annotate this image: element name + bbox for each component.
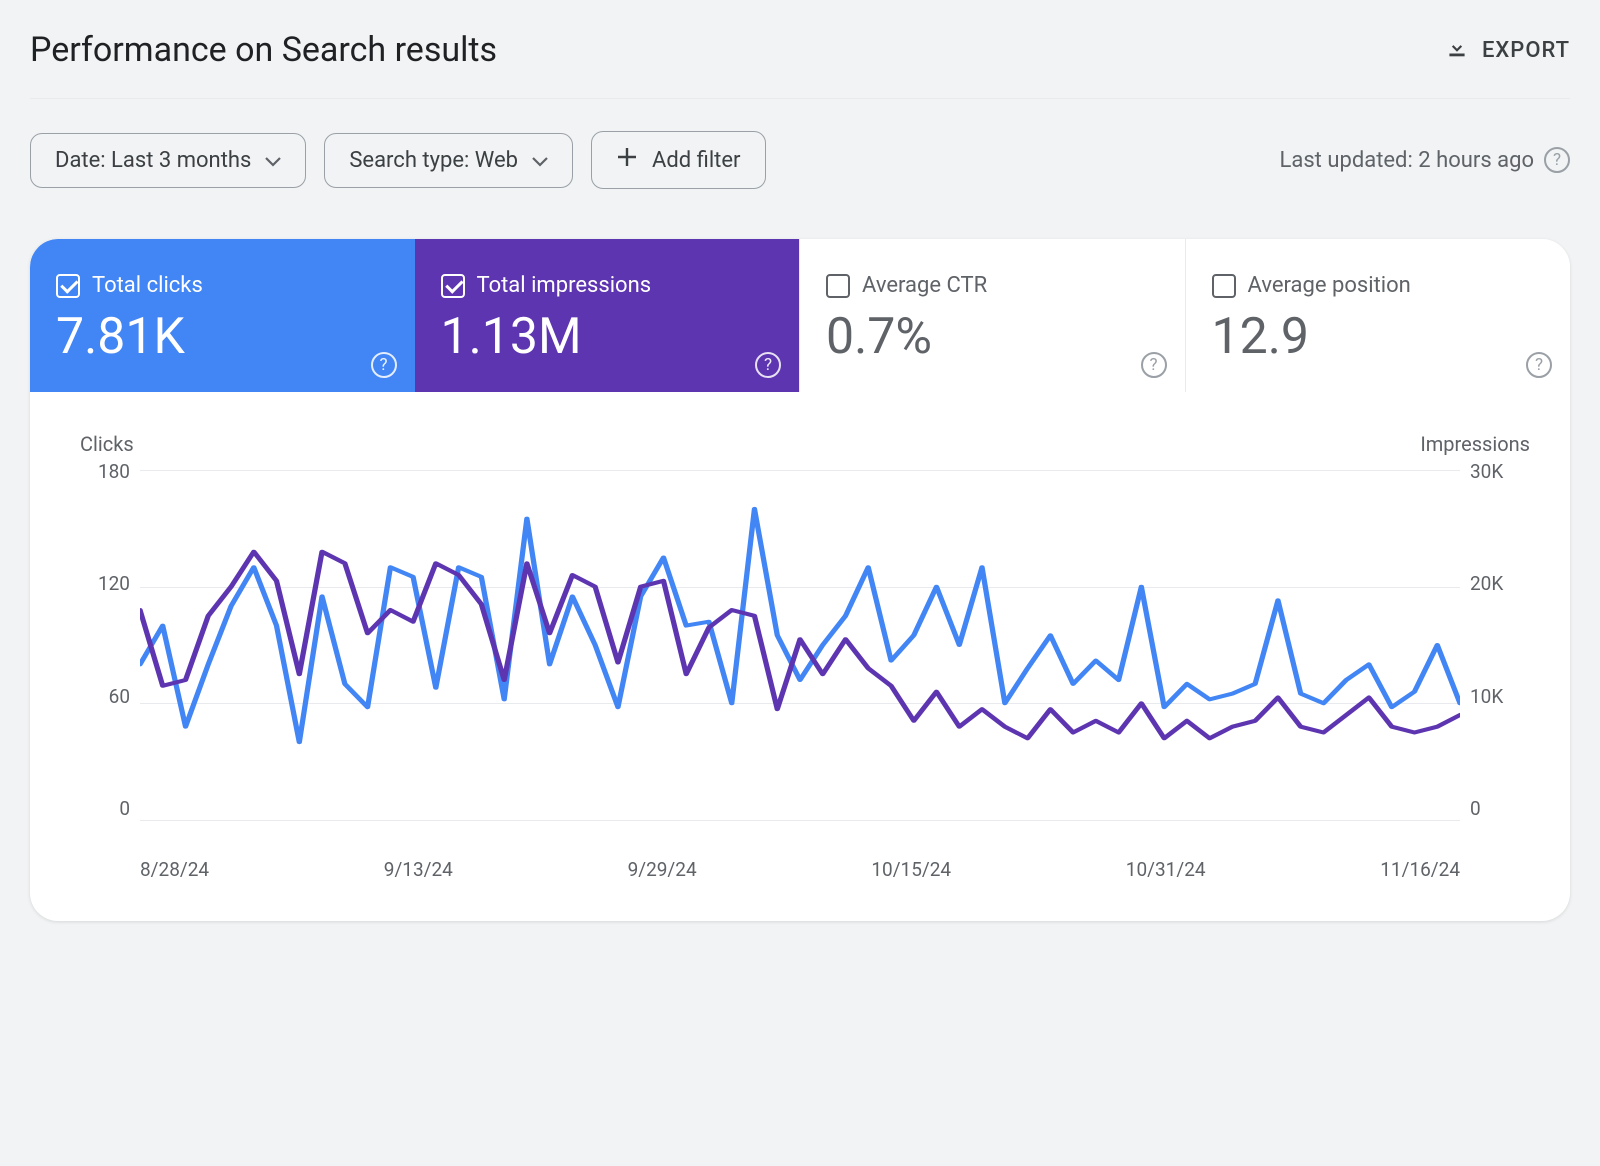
add-filter-button[interactable]: Add filter (591, 131, 765, 189)
download-icon (1444, 34, 1470, 66)
checkbox-unchecked-icon (1212, 274, 1236, 298)
y-tick: 120 (80, 572, 130, 595)
search-type-label: Search type: Web (349, 148, 518, 173)
metric-total-clicks[interactable]: Total clicks 7.81K ? (30, 239, 415, 392)
help-icon[interactable]: ? (1526, 352, 1552, 378)
left-axis-label: Clicks (80, 432, 134, 456)
x-tick: 9/29/24 (628, 858, 697, 881)
chevron-down-icon (265, 148, 281, 173)
chevron-down-icon (532, 148, 548, 173)
y-tick: 30K (1470, 460, 1530, 483)
chart-plot[interactable] (140, 470, 1460, 820)
metric-average-ctr[interactable]: Average CTR 0.7% ? (799, 239, 1185, 392)
chart-area: Clicks Impressions 180 120 60 0 30K 20K … (30, 392, 1570, 921)
help-icon[interactable]: ? (1544, 147, 1570, 173)
metric-total-impressions[interactable]: Total impressions 1.13M ? (415, 239, 800, 392)
checkbox-unchecked-icon (826, 274, 850, 298)
help-icon[interactable]: ? (755, 352, 781, 378)
x-tick: 8/28/24 (140, 858, 209, 881)
y-tick: 20K (1470, 572, 1530, 595)
search-type-filter-chip[interactable]: Search type: Web (324, 133, 573, 188)
y-tick: 60 (80, 685, 130, 708)
metric-value: 12.9 (1212, 308, 1545, 366)
y-axis-left: 180 120 60 0 (80, 460, 130, 840)
metric-tabs: Total clicks 7.81K ? Total impressions 1… (30, 239, 1570, 392)
y-tick: 0 (80, 797, 130, 820)
metric-label: Average position (1248, 273, 1411, 298)
y-tick: 180 (80, 460, 130, 483)
date-filter-label: Date: Last 3 months (55, 148, 251, 173)
metric-value: 0.7% (826, 308, 1159, 366)
metric-label: Total impressions (477, 273, 652, 298)
header: Performance on Search results EXPORT (30, 30, 1570, 99)
date-filter-chip[interactable]: Date: Last 3 months (30, 133, 306, 188)
export-button[interactable]: EXPORT (1444, 34, 1570, 66)
help-icon[interactable]: ? (1141, 352, 1167, 378)
right-axis-label: Impressions (1420, 432, 1530, 456)
add-filter-label: Add filter (652, 148, 740, 173)
y-axis-right: 30K 20K 10K 0 (1470, 460, 1530, 840)
checkbox-checked-icon (56, 274, 80, 298)
export-label: EXPORT (1482, 38, 1570, 63)
plus-icon (616, 146, 638, 174)
metric-value: 1.13M (441, 308, 774, 366)
x-axis: 8/28/24 9/13/24 9/29/24 10/15/24 10/31/2… (80, 840, 1530, 881)
y-tick: 0 (1470, 797, 1530, 820)
page-title: Performance on Search results (30, 30, 497, 70)
last-updated: Last updated: 2 hours ago ? (1280, 147, 1570, 173)
metric-value: 7.81K (56, 308, 389, 366)
metric-label: Average CTR (862, 273, 987, 298)
x-tick: 10/31/24 (1126, 858, 1206, 881)
metric-label: Total clicks (92, 273, 203, 298)
last-updated-text: Last updated: 2 hours ago (1280, 148, 1534, 173)
help-icon[interactable]: ? (371, 352, 397, 378)
checkbox-checked-icon (441, 274, 465, 298)
x-tick: 11/16/24 (1380, 858, 1460, 881)
filters-row: Date: Last 3 months Search type: Web Add… (30, 99, 1570, 239)
y-tick: 10K (1470, 685, 1530, 708)
metric-average-position[interactable]: Average position 12.9 ? (1185, 239, 1571, 392)
performance-card: Total clicks 7.81K ? Total impressions 1… (30, 239, 1570, 921)
x-tick: 9/13/24 (384, 858, 453, 881)
x-tick: 10/15/24 (871, 858, 951, 881)
